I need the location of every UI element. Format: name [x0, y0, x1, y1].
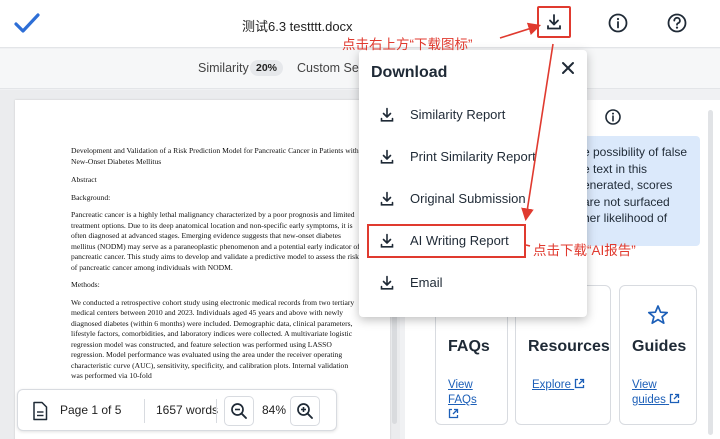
check-icon	[14, 13, 40, 33]
background-heading: Background:	[71, 192, 111, 202]
background-paragraph: Pancreatic cancer is a highly lethal mal…	[71, 210, 360, 272]
menu-item-email[interactable]: Email	[367, 266, 579, 300]
download-icon	[380, 275, 394, 290]
download-menu-title: Download	[371, 64, 448, 81]
menu-item-similarity-report[interactable]: Similarity Report	[367, 98, 579, 132]
download-icon	[380, 191, 394, 206]
external-link-icon	[575, 378, 585, 389]
document-viewer: Development and Validation of a Risk Pre…	[0, 90, 400, 439]
document-heading: Development and Validation of a Risk Pre…	[71, 146, 359, 166]
guides-card[interactable]: Guides View guides	[619, 285, 697, 425]
page-icon	[33, 401, 48, 421]
download-icon	[380, 233, 394, 248]
methods-heading: Methods:	[71, 280, 100, 289]
page-indicator[interactable]: Page 1 of 5	[60, 403, 121, 417]
zoom-in-icon	[297, 403, 313, 419]
annotation-ai-report: 点击下载“AI报告”	[533, 243, 636, 258]
info-icon[interactable]	[604, 108, 622, 126]
toolbar-divider	[144, 399, 145, 423]
ai-notice-text: e possibility of false e text in this en…	[583, 145, 688, 225]
document-toolbar: Page 1 of 5 1657 words 84%	[17, 389, 337, 431]
info-icon[interactable]	[607, 12, 629, 34]
menu-item-original-submission[interactable]: Original Submission	[367, 182, 579, 216]
download-icon	[547, 14, 561, 30]
custom-section-tab[interactable]: Custom Sect	[297, 61, 369, 75]
view-faqs-link[interactable]: View FAQs	[448, 378, 488, 423]
guides-title: Guides	[632, 338, 687, 355]
faqs-title: FAQs	[448, 338, 490, 355]
external-link-icon	[448, 408, 459, 419]
zoom-out-button[interactable]	[224, 396, 254, 426]
explore-link[interactable]: Explore	[532, 378, 585, 393]
view-guides-link[interactable]: View guides	[632, 378, 686, 408]
annotation-download-icon: 点击右上方“下载图标”	[342, 37, 473, 52]
methods-paragraph: We conducted a retrospective cohort stud…	[71, 297, 355, 381]
word-count: 1657 words	[156, 403, 219, 417]
zoom-in-button[interactable]	[290, 396, 320, 426]
menu-item-ai-writing-report[interactable]: AI Writing Report	[367, 224, 526, 258]
resources-title: Resources	[528, 338, 610, 355]
external-link-icon	[669, 393, 680, 404]
similarity-badge: 20%	[250, 60, 284, 76]
document-content: Development and Validation of a Risk Pre…	[71, 146, 361, 389]
download-icon	[380, 149, 394, 164]
download-icon	[380, 107, 394, 122]
download-menu: Download Similarity Report Print Similar…	[359, 50, 587, 317]
side-panel-scrollbar[interactable]	[708, 110, 713, 435]
help-icon[interactable]	[666, 12, 688, 34]
star-icon	[647, 305, 669, 325]
similarity-tab[interactable]: Similarity	[198, 61, 249, 75]
zoom-level: 84%	[262, 403, 287, 417]
download-button[interactable]	[537, 6, 571, 38]
close-icon[interactable]	[558, 58, 578, 78]
ai-notice-box: e possibility of false e text in this en…	[575, 136, 700, 246]
abstract-heading: Abstract	[71, 175, 97, 184]
document-title: 测试6.3 testttt.docx	[242, 19, 353, 34]
toolbar-divider	[216, 399, 217, 423]
menu-item-print-similarity-report[interactable]: Print Similarity Report	[367, 140, 579, 174]
zoom-out-icon	[231, 403, 247, 419]
